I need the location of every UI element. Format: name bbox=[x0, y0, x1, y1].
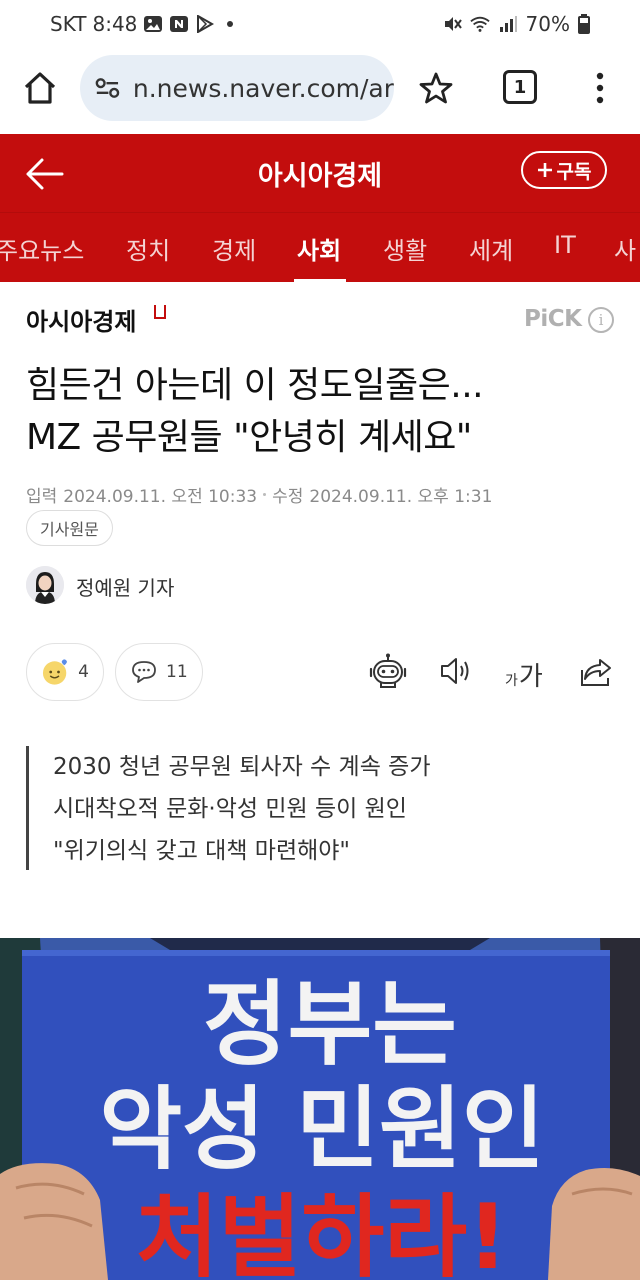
info-icon[interactable]: i bbox=[588, 307, 614, 333]
font-size-large-glyph: 가 bbox=[518, 662, 543, 692]
category-nav: 주요뉴스 정치 경제 사회 생활 세계 IT 사 bbox=[0, 212, 640, 282]
press-logo[interactable]: 아시아경제 bbox=[26, 302, 136, 337]
article-dates: 입력 2024.09.11. 오전 10:33 수정 2024.09.11. 오… bbox=[26, 482, 492, 507]
status-right: 70% bbox=[442, 12, 590, 36]
text-to-speech-icon[interactable] bbox=[437, 652, 475, 690]
home-icon[interactable] bbox=[20, 68, 60, 108]
headline-line-2: MZ 공무원들 "안녕히 계세요" bbox=[26, 417, 472, 458]
clock: 8:48 bbox=[92, 12, 138, 36]
browser-toolbar: n.news.naver.com/ar 1 bbox=[0, 48, 640, 134]
summary-line: 시대착오적 문화·악성 민원 등이 원인 bbox=[53, 796, 407, 822]
smiley-heart-icon bbox=[42, 659, 67, 685]
ai-summary-robot-icon[interactable] bbox=[369, 652, 407, 690]
tab-world[interactable]: 세계 bbox=[469, 231, 513, 266]
battery-icon bbox=[578, 14, 590, 34]
tab-society[interactable]: 사회 bbox=[297, 231, 341, 266]
comment-count: 11 bbox=[166, 662, 188, 682]
comment-button[interactable]: 11 bbox=[115, 643, 203, 701]
notification-dot-icon bbox=[227, 21, 234, 27]
more-menu-icon[interactable] bbox=[588, 68, 612, 108]
battery-label: 70% bbox=[525, 12, 570, 36]
reaction-button[interactable]: 4 bbox=[26, 643, 104, 701]
reaction-count: 4 bbox=[78, 662, 89, 682]
active-tab-indicator bbox=[294, 279, 346, 282]
reporter-name[interactable]: 정예원 기자 bbox=[76, 572, 174, 601]
summary-line: "위기의식 갖고 대책 마련해야" bbox=[53, 838, 351, 864]
bookmark-star-icon[interactable] bbox=[418, 70, 454, 106]
date-separator bbox=[263, 493, 267, 496]
subscribe-button[interactable]: 구독 bbox=[521, 151, 607, 189]
original-article-button[interactable]: 기사원문 bbox=[26, 510, 113, 546]
status-left: SKT 8:48 bbox=[50, 12, 234, 36]
gallery-icon bbox=[144, 16, 163, 32]
comment-icon bbox=[132, 661, 156, 683]
headline-line-1: 힘든건 아는데 이 정도일줄은... bbox=[26, 365, 484, 406]
summary-line: 2030 청년 공무원 퇴사자 수 계속 증가 bbox=[53, 754, 431, 780]
tab-more[interactable]: 사 bbox=[614, 231, 636, 266]
reporter-avatar[interactable] bbox=[26, 566, 64, 604]
carrier-label: SKT bbox=[50, 12, 87, 36]
tab-main-news[interactable]: 주요뉴스 bbox=[0, 231, 84, 266]
article-headline: 힘든건 아는데 이 정도일줄은... MZ 공무원들 "안녕히 계세요" bbox=[26, 360, 616, 464]
plus-icon bbox=[537, 163, 552, 177]
article-photo[interactable]: 정부는 악성 민원인 처벌하라! bbox=[0, 938, 640, 1280]
wifi-icon bbox=[469, 16, 490, 32]
modified-label: 수정 bbox=[272, 487, 304, 507]
sign-text-line-1: 정부는 bbox=[203, 971, 457, 1078]
tab-economy[interactable]: 경제 bbox=[212, 231, 256, 266]
news-header: 아시아경제 구독 bbox=[0, 134, 640, 212]
status-bar: SKT 8:48 70% bbox=[0, 0, 640, 48]
signal-icon bbox=[499, 16, 517, 32]
sign-text-line-2: 악성 민원인 bbox=[99, 1077, 544, 1182]
modified-date: 2024.09.11. 오후 1:31 bbox=[309, 487, 493, 507]
tab-switcher-button[interactable]: 1 bbox=[503, 70, 537, 104]
sign-text-line-3: 처벌하라! bbox=[136, 1185, 508, 1280]
tab-it[interactable]: IT bbox=[554, 231, 576, 259]
subscribe-label: 구독 bbox=[556, 160, 592, 183]
font-size-small-glyph: 가 bbox=[505, 673, 518, 689]
mute-icon bbox=[444, 17, 462, 31]
font-size-button[interactable]: 가가 bbox=[505, 656, 543, 693]
share-icon[interactable] bbox=[578, 652, 616, 690]
press-logo-mark-icon bbox=[154, 305, 166, 319]
tab-life[interactable]: 생활 bbox=[383, 231, 427, 266]
play-store-icon bbox=[197, 15, 215, 33]
tab-politics[interactable]: 정치 bbox=[126, 231, 170, 266]
tab-count: 1 bbox=[513, 76, 527, 98]
input-label: 입력 bbox=[26, 487, 58, 507]
site-settings-icon[interactable] bbox=[92, 72, 123, 104]
protest-sign-image: 정부는 악성 민원인 처벌하라! bbox=[0, 938, 640, 1280]
reporter-photo bbox=[26, 566, 64, 604]
naver-icon bbox=[170, 16, 189, 32]
address-bar[interactable]: n.news.naver.com/ar bbox=[80, 55, 394, 121]
pick-badge: PiCK bbox=[524, 306, 582, 332]
url-text[interactable]: n.news.naver.com/ar bbox=[133, 74, 394, 103]
input-date: 2024.09.11. 오전 10:33 bbox=[63, 487, 258, 507]
article-summary: 2030 청년 공무원 퇴사자 수 계속 증가 시대착오적 문화·악성 민원 등… bbox=[26, 746, 430, 870]
